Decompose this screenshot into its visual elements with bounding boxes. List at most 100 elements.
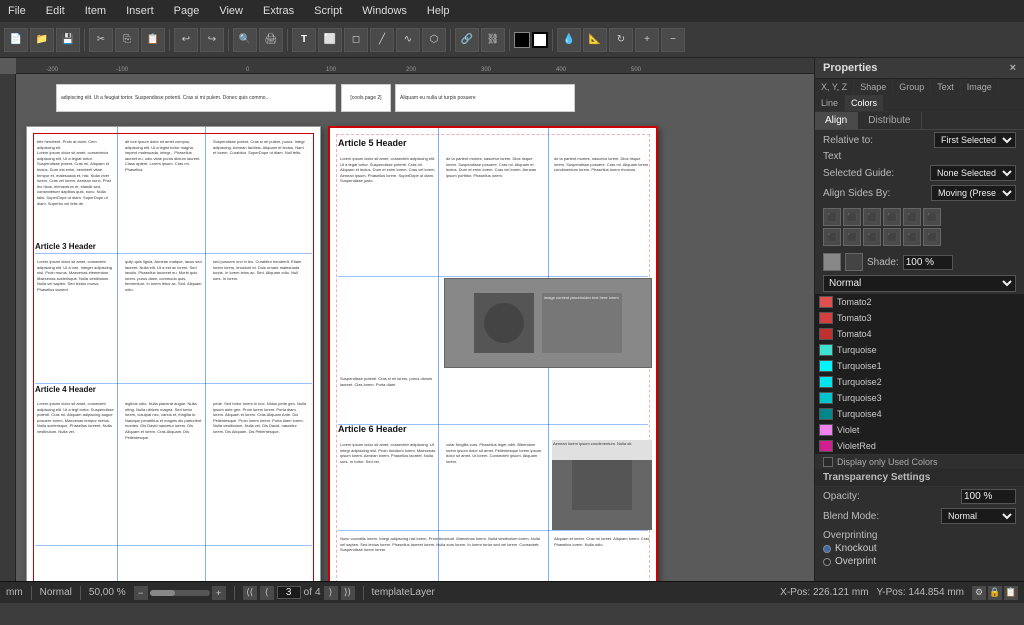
align-icon-10[interactable]: ⬛ bbox=[883, 228, 901, 246]
menu-view[interactable]: View bbox=[215, 3, 247, 19]
align-bottom-btn[interactable]: ⬛ bbox=[923, 208, 941, 226]
align-icon-11[interactable]: ⬛ bbox=[903, 228, 921, 246]
menu-windows[interactable]: Windows bbox=[358, 3, 411, 19]
first-page-btn[interactable]: ⟨⟨ bbox=[243, 586, 257, 600]
save-btn[interactable]: 💾 bbox=[56, 28, 80, 52]
current-page-input[interactable] bbox=[277, 586, 301, 599]
eyedropper-btn[interactable]: 💧 bbox=[557, 28, 581, 52]
zoom-btn[interactable]: 🔍 bbox=[233, 28, 257, 52]
menu-page[interactable]: Page bbox=[170, 3, 204, 19]
tab-shape[interactable]: Shape bbox=[854, 79, 893, 95]
menu-edit[interactable]: Edit bbox=[42, 3, 69, 19]
bezier-tool[interactable]: ∿ bbox=[396, 28, 420, 52]
copy-btn[interactable]: ⎘ bbox=[115, 28, 139, 52]
tab-line[interactable]: Line bbox=[815, 95, 845, 111]
align-center-h-btn[interactable]: ⬛ bbox=[843, 208, 861, 226]
tab-xyz[interactable]: X, Y, Z bbox=[815, 79, 854, 95]
undo-btn[interactable]: ↩ bbox=[174, 28, 198, 52]
menu-extras[interactable]: Extras bbox=[259, 3, 298, 19]
align-icon-12[interactable]: ⬛ bbox=[923, 228, 941, 246]
knockout-radio[interactable] bbox=[823, 545, 831, 553]
status-icon-2[interactable]: 🔒 bbox=[988, 586, 1002, 600]
canvas-content[interactable]: adipiscing elit. Ut a feugiat tortor. Su… bbox=[16, 74, 814, 581]
overprint-radio[interactable] bbox=[823, 558, 831, 566]
line-tool[interactable]: ╱ bbox=[370, 28, 394, 52]
cut-btn[interactable]: ✂ bbox=[89, 28, 113, 52]
open-btn[interactable]: 📁 bbox=[30, 28, 54, 52]
menu-help[interactable]: Help bbox=[423, 3, 454, 19]
next-page-btn[interactable]: ⟩ bbox=[324, 586, 338, 600]
print-btn[interactable]: 🖨 bbox=[259, 28, 283, 52]
zoom-out-btn[interactable]: − bbox=[661, 28, 685, 52]
align-right-btn[interactable]: ⬛ bbox=[863, 208, 881, 226]
text-tool[interactable]: T bbox=[292, 28, 316, 52]
align-icon-8[interactable]: ⬛ bbox=[843, 228, 861, 246]
canvas-area[interactable]: -200 -100 0 100 200 300 400 500 adipisci… bbox=[0, 58, 814, 581]
color-item-turquoise[interactable]: Turquoise bbox=[815, 342, 1024, 358]
last-page-btn[interactable]: ⟩⟩ bbox=[341, 586, 355, 600]
rotate-btn[interactable]: ↻ bbox=[609, 28, 633, 52]
right-overflow bbox=[664, 126, 672, 581]
opacity-input[interactable] bbox=[961, 489, 1016, 504]
image-tool[interactable]: ⬜ bbox=[318, 28, 342, 52]
align-left-btn[interactable]: ⬛ bbox=[823, 208, 841, 226]
blend-mode-select[interactable]: Normal Multiply bbox=[941, 508, 1016, 524]
properties-close-btn[interactable]: × bbox=[1010, 62, 1016, 74]
color-name: Turquoise bbox=[837, 345, 877, 355]
color-item-violetred[interactable]: VioletRed bbox=[815, 438, 1024, 454]
shade-input[interactable] bbox=[903, 255, 953, 270]
status-icon-1[interactable]: ⚙ bbox=[972, 586, 986, 600]
right-page: Article 5 Header Lorem ipsum dolor sit a… bbox=[328, 126, 658, 581]
shape-tool[interactable]: ◻ bbox=[344, 28, 368, 52]
color-item-tomato2[interactable]: Tomato2 bbox=[815, 294, 1024, 310]
menu-item[interactable]: Item bbox=[81, 3, 110, 19]
link-tool[interactable]: 🔗 bbox=[455, 28, 479, 52]
relative-to-select[interactable]: First Selected Page Margins bbox=[934, 132, 1016, 148]
zoom-out-status-btn[interactable]: − bbox=[134, 586, 148, 600]
color-list[interactable]: Tomato2 Tomato3 Tomato4 Turquoise Turquo… bbox=[815, 294, 1024, 454]
zoom-slider[interactable] bbox=[150, 590, 210, 596]
align-icon-9[interactable]: ⬛ bbox=[863, 228, 881, 246]
redo-btn[interactable]: ↪ bbox=[200, 28, 224, 52]
color-name: Tomato3 bbox=[837, 313, 872, 323]
paste-btn[interactable]: 📋 bbox=[141, 28, 165, 52]
align-sides-select[interactable]: Moving (Prese Resizing bbox=[931, 185, 1016, 201]
align-center-v-btn[interactable]: ⬛ bbox=[903, 208, 921, 226]
color-item-turquoise1[interactable]: Turquoise1 bbox=[815, 358, 1024, 374]
color-swatch bbox=[819, 328, 833, 340]
color-item-turquoise3[interactable]: Turquoise3 bbox=[815, 390, 1024, 406]
color-swatch bbox=[819, 424, 833, 436]
tab-image[interactable]: Image bbox=[961, 79, 999, 95]
align-icon-7[interactable]: ⬛ bbox=[823, 228, 841, 246]
polygon-tool[interactable]: ⬡ bbox=[422, 28, 446, 52]
menu-script[interactable]: Script bbox=[310, 3, 346, 19]
normal-select[interactable]: Normal Multiply Screen bbox=[823, 275, 1016, 292]
color-item-turquoise2[interactable]: Turquoise2 bbox=[815, 374, 1024, 390]
zoom-in-status-btn[interactable]: + bbox=[212, 586, 226, 600]
align-tab[interactable]: Align bbox=[815, 112, 858, 129]
color-item-violet[interactable]: Violet bbox=[815, 422, 1024, 438]
stroke-color[interactable] bbox=[532, 32, 548, 48]
tab-colors[interactable]: Colors bbox=[845, 95, 883, 111]
tab-group[interactable]: Group bbox=[893, 79, 931, 95]
prev-page-btn[interactable]: ⟨ bbox=[260, 586, 274, 600]
menu-insert[interactable]: Insert bbox=[122, 3, 158, 19]
color-item-turquoise4[interactable]: Turquoise4 bbox=[815, 406, 1024, 422]
display-only-used-checkbox[interactable] bbox=[823, 457, 833, 467]
align-top-btn[interactable]: ⬛ bbox=[883, 208, 901, 226]
distribute-tab[interactable]: Distribute bbox=[858, 112, 921, 129]
display-only-used-row[interactable]: Display only Used Colors bbox=[815, 454, 1024, 469]
unlink-tool[interactable]: ⛓ bbox=[481, 28, 505, 52]
menu-file[interactable]: File bbox=[4, 3, 30, 19]
measure-btn[interactable]: 📐 bbox=[583, 28, 607, 52]
tab-text[interactable]: Text bbox=[931, 79, 961, 95]
selected-guide-select[interactable]: None Selected bbox=[930, 165, 1016, 181]
fill-btn[interactable] bbox=[823, 253, 841, 271]
stroke-btn[interactable] bbox=[845, 253, 863, 271]
new-btn[interactable]: 📄 bbox=[4, 28, 28, 52]
fill-color[interactable] bbox=[514, 32, 530, 48]
color-item-tomato4[interactable]: Tomato4 bbox=[815, 326, 1024, 342]
status-icon-3[interactable]: 📋 bbox=[1004, 586, 1018, 600]
zoom-in-btn[interactable]: + bbox=[635, 28, 659, 52]
color-item-tomato3[interactable]: Tomato3 bbox=[815, 310, 1024, 326]
